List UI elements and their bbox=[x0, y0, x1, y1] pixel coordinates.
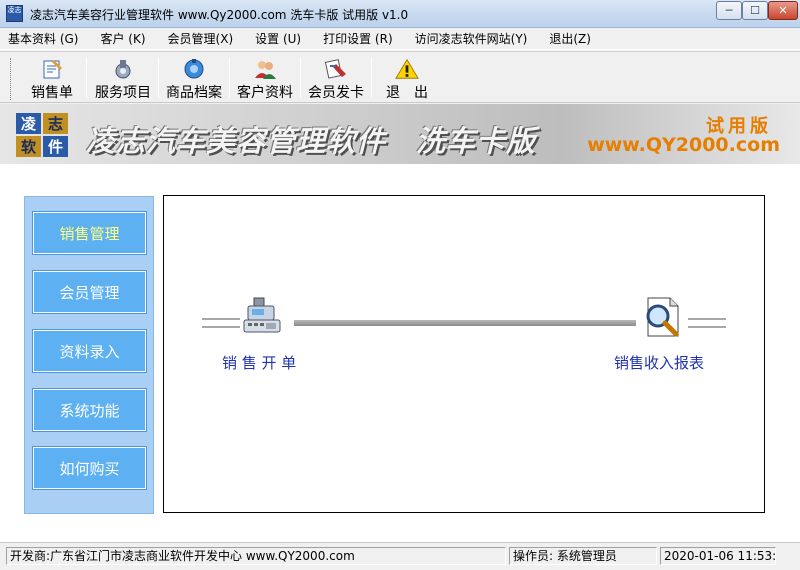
sidebar-item-label: 会员管理 bbox=[59, 283, 120, 302]
report-search-icon[interactable] bbox=[638, 294, 682, 338]
window-title: 凌志汽车美容行业管理软件 www.Qy2000.com 洗车卡版 试用版 v1.… bbox=[30, 8, 409, 22]
sidebar-item-sales-management[interactable]: 销售管理 bbox=[33, 212, 146, 254]
sidebar-item-data-entry[interactable]: 资料录入 bbox=[33, 330, 146, 372]
company-logo: 凌 志 软 件 bbox=[16, 113, 68, 157]
close-button[interactable]: ✕ bbox=[768, 1, 798, 20]
logo-char: 件 bbox=[43, 136, 68, 157]
flow-connector bbox=[294, 320, 636, 326]
banner: 凌 志 软 件 凌志汽车美容管理软件 洗车卡版 试用版 www.QY2000.c… bbox=[0, 104, 800, 164]
flow-line bbox=[202, 326, 240, 328]
minimize-button[interactable]: ─ bbox=[716, 1, 742, 20]
workflow-panel: 销 售 开 单 销售收入报表 bbox=[163, 195, 765, 513]
maximize-button[interactable]: ☐ bbox=[742, 1, 768, 20]
customer-info-icon bbox=[253, 58, 277, 80]
sidebar-item-member-management[interactable]: 会员管理 bbox=[33, 271, 146, 313]
logo-char: 凌 bbox=[16, 113, 41, 134]
logo-char: 软 bbox=[16, 136, 41, 157]
member-card-icon bbox=[324, 58, 348, 80]
toolbar-grip[interactable] bbox=[10, 58, 13, 100]
sidebar-item-how-to-buy[interactable]: 如何购买 bbox=[33, 447, 146, 489]
website-link[interactable]: www.QY2000.com bbox=[587, 134, 780, 156]
sidebar-item-label: 资料录入 bbox=[59, 342, 120, 361]
app-icon[interactable]: 凌志 bbox=[6, 5, 23, 22]
toolbar-separator bbox=[371, 58, 372, 98]
sidebar: 销售管理 会员管理 资料录入 系统功能 如何购买 bbox=[24, 196, 154, 514]
product-file-icon bbox=[182, 58, 206, 80]
maximize-icon: ☐ bbox=[750, 4, 760, 17]
toolbar-separator bbox=[300, 58, 301, 98]
service-item-label: 服务项目 bbox=[95, 85, 151, 101]
menu-basic-data[interactable]: 基本资料 (G) bbox=[8, 30, 78, 47]
toolbar-separator bbox=[158, 58, 159, 98]
menu-bar: 基本资料 (G) 客户 (K) 会员管理(X) 设置 (U) 打印设置 (R) … bbox=[0, 28, 800, 50]
flow-line bbox=[688, 326, 726, 328]
product-file-button[interactable]: 商品档案 bbox=[163, 56, 225, 102]
minimize-icon: ─ bbox=[725, 4, 733, 17]
cash-register-icon[interactable] bbox=[240, 294, 284, 338]
sidebar-item-label: 销售管理 bbox=[59, 224, 120, 243]
exit-button[interactable]: 退 出 bbox=[378, 56, 436, 102]
sidebar-item-label: 如何购买 bbox=[59, 459, 120, 478]
title-bar: 凌志 凌志汽车美容行业管理软件 www.Qy2000.com 洗车卡版 试用版 … bbox=[0, 0, 800, 28]
status-bar: 开发商:广东省江门市凌志商业软件开发中心 www.QY2000.com 操作员:… bbox=[0, 542, 800, 570]
menu-member-management[interactable]: 会员管理(X) bbox=[168, 30, 234, 47]
close-icon: ✕ bbox=[778, 4, 788, 17]
sales-order-label: 销售单 bbox=[31, 85, 73, 101]
menu-customer[interactable]: 客户 (K) bbox=[100, 30, 145, 47]
service-item-icon bbox=[111, 58, 135, 80]
menu-print-settings[interactable]: 打印设置 (R) bbox=[323, 30, 393, 47]
product-file-label: 商品档案 bbox=[166, 85, 222, 101]
toolbar-separator bbox=[86, 58, 87, 98]
exit-label: 退 出 bbox=[386, 85, 428, 101]
member-card-button[interactable]: 会员发卡 bbox=[305, 56, 367, 102]
service-item-button[interactable]: 服务项目 bbox=[92, 56, 154, 102]
toolbar: 销售单 服务项目 商品档案 客户资料 会员发卡 退 出 bbox=[0, 51, 800, 103]
menu-visit-website[interactable]: 访问凌志软件网站(Y) bbox=[415, 30, 528, 47]
status-operator: 操作员: 系统管理员 bbox=[509, 547, 657, 565]
sales-order-icon bbox=[40, 58, 64, 80]
sidebar-item-system-functions[interactable]: 系统功能 bbox=[33, 389, 146, 431]
status-developer: 开发商:广东省江门市凌志商业软件开发中心 www.QY2000.com bbox=[6, 547, 506, 565]
customer-info-button[interactable]: 客户资料 bbox=[234, 56, 296, 102]
warning-exit-icon bbox=[395, 58, 419, 80]
member-card-label: 会员发卡 bbox=[308, 85, 364, 101]
sales-order-flow-label[interactable]: 销 售 开 单 bbox=[222, 352, 296, 373]
toolbar-separator bbox=[229, 58, 230, 98]
status-datetime: 2020-01-06 11:53:5 bbox=[660, 547, 776, 565]
banner-title: 凌志汽车美容管理软件 洗车卡版 bbox=[86, 124, 537, 158]
main-area: 销售管理 会员管理 资料录入 系统功能 如何购买 销 售 开 单 销售收入报表 bbox=[0, 164, 800, 542]
sales-income-report-label[interactable]: 销售收入报表 bbox=[614, 352, 704, 373]
menu-settings[interactable]: 设置 (U) bbox=[255, 30, 301, 47]
flow-line bbox=[202, 318, 240, 320]
menu-exit[interactable]: 退出(Z) bbox=[549, 30, 591, 47]
sales-order-button[interactable]: 销售单 bbox=[28, 56, 76, 102]
sidebar-item-label: 系统功能 bbox=[59, 401, 120, 420]
logo-char: 志 bbox=[43, 113, 68, 134]
customer-info-label: 客户资料 bbox=[237, 85, 293, 101]
flow-line bbox=[688, 318, 726, 320]
